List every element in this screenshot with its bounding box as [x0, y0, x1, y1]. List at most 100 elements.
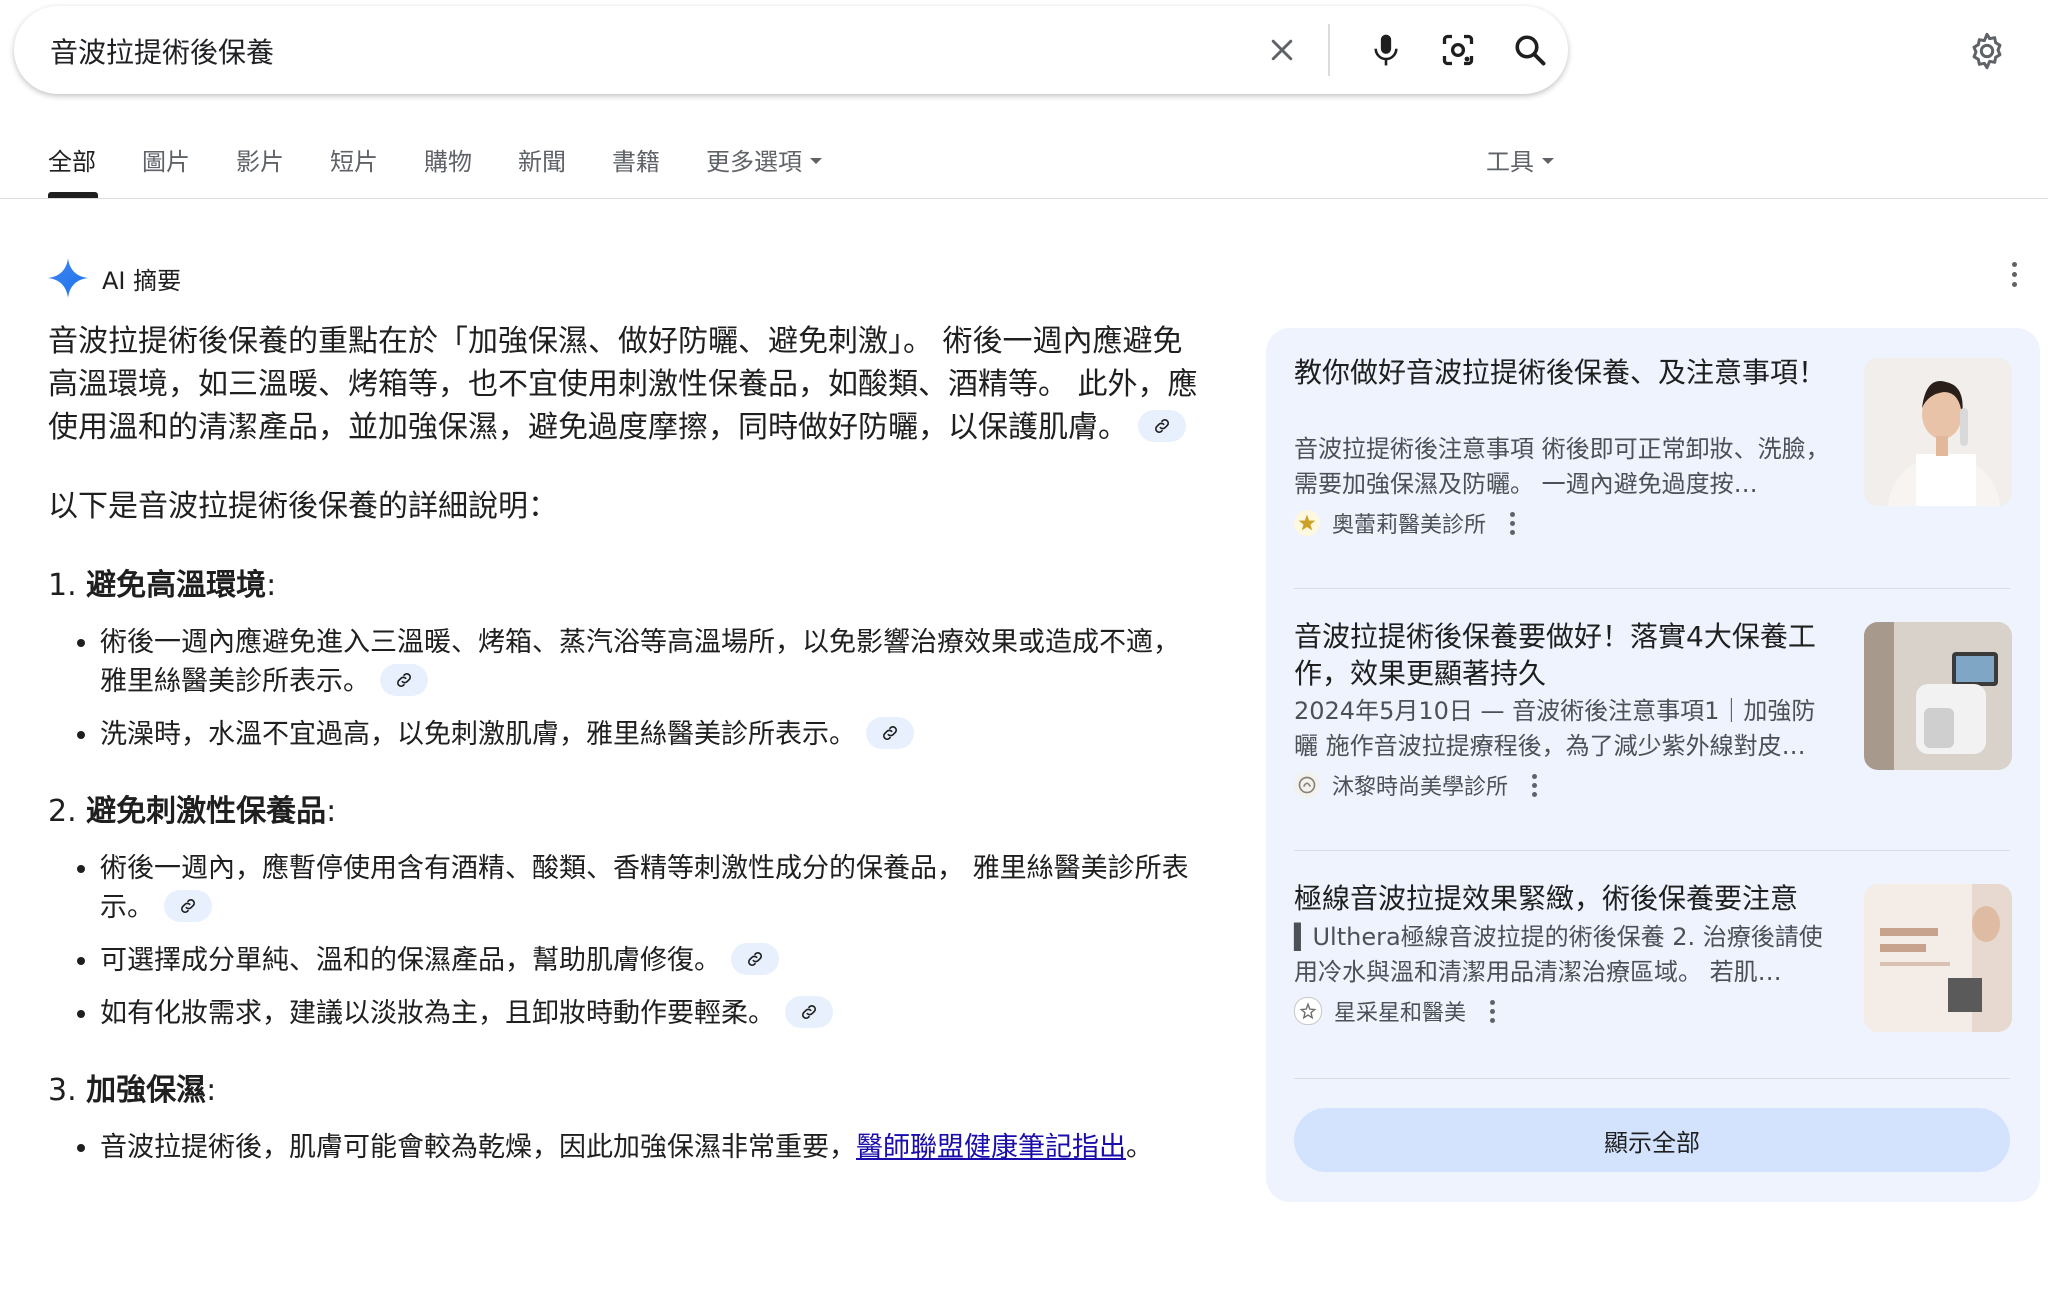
divider — [1294, 850, 2010, 851]
source-attribution: 沐黎時尚美學診所 — [1294, 770, 1538, 800]
tab-shorts[interactable]: 短片 — [330, 142, 378, 177]
caret-down-icon — [1542, 158, 1554, 164]
show-all-button[interactable]: 顯示全部 — [1294, 1108, 2010, 1172]
more-options-icon[interactable] — [1510, 511, 1516, 535]
source-link-chip[interactable] — [1138, 409, 1186, 442]
section-heading-2: 2. 避免刺激性保養品: — [48, 790, 1198, 833]
tab-news[interactable]: 新聞 — [518, 142, 566, 177]
clinic-logo-icon — [1294, 997, 1322, 1025]
section-heading-1: 1. 避免高溫環境: — [48, 564, 1198, 607]
source-attribution: 奧蕾莉醫美診所 — [1294, 508, 1516, 538]
list-item: 洗澡時，水溫不宜過高，以免刺激肌膚，雅里絲醫美診所表示。 — [100, 715, 1198, 754]
sources-panel: 教你做好音波拉提術後保養、及注意事項！ 音波拉提術後注意事項 術後即可正常卸妝、… — [1266, 328, 2040, 1202]
list-item-text: 可選擇成分單純、溫和的保濕產品，幫助肌膚修復。 — [100, 945, 721, 976]
section-heading-3: 3. 加強保濕: — [48, 1069, 1198, 1112]
list-item: 如有化妝需求，建議以淡妝為主，且卸妝時動作要輕柔。 — [100, 994, 1198, 1033]
section-title: 避免高溫環境 — [86, 568, 267, 603]
search-tabs: 全部 圖片 影片 短片 購物 新聞 書籍 更多選項 工具 — [0, 138, 2048, 199]
source-attribution: 星采星和醫美 — [1294, 996, 1496, 1026]
source-card-1[interactable]: 教你做好音波拉提術後保養、及注意事項！ 音波拉提術後注意事項 術後即可正常卸妝、… — [1294, 354, 2012, 554]
section-list-2: 術後一週內，應暫停使用含有酒精、酸類、香精等刺激性成分的保養品， 雅里絲醫美診所… — [48, 849, 1198, 1033]
tab-videos[interactable]: 影片 — [236, 142, 284, 177]
list-item: 術後一週內，應暫停使用含有酒精、酸類、香精等刺激性成分的保養品， 雅里絲醫美診所… — [100, 849, 1198, 927]
source-name: 沐黎時尚美學診所 — [1332, 775, 1509, 800]
source-snippet: 音波拉提術後注意事項 術後即可正常卸妝、洗臉，需要加強保濕及防曬。 一週內避免過… — [1294, 435, 1830, 498]
link-icon — [883, 725, 897, 740]
ai-overview-header: AI 摘要 — [48, 256, 181, 300]
section-title: 避免刺激性保養品 — [86, 794, 327, 829]
tools-label: 工具 — [1486, 148, 1534, 176]
source-inline-link[interactable]: 醫師聯盟健康筆記指出 — [856, 1132, 1126, 1163]
section-num: 3. — [48, 1073, 77, 1108]
tab-books[interactable]: 書籍 — [612, 142, 660, 177]
source-thumbnail — [1864, 884, 2012, 1032]
section-num: 1. — [48, 568, 77, 603]
list-item-text: 術後一週內應避免進入三溫暖、烤箱、蒸汽浴等高溫場所，以免影響治療效果或造成不適，… — [100, 627, 1180, 697]
list-item-tail: 。 — [1126, 1132, 1153, 1163]
active-tab-indicator — [48, 192, 98, 198]
source-snippet: ▍Ulthera極線音波拉提的術後保養 2. 治療後請使用冷水與溫和清潔用品清潔… — [1294, 923, 1823, 986]
source-title[interactable]: 極線音波拉提效果緊緻，術後保養要注意 — [1294, 880, 1834, 917]
tab-shopping[interactable]: 購物 — [424, 142, 472, 177]
link-icon — [397, 672, 411, 687]
link-icon — [1155, 418, 1169, 433]
list-item-text: 音波拉提術後，肌膚可能會較為乾燥，因此加強保濕非常重要， — [100, 1132, 856, 1163]
tab-more[interactable]: 更多選項 — [706, 142, 822, 177]
list-item-text: 如有化妝需求，建議以淡妝為主，且卸妝時動作要輕柔。 — [100, 998, 775, 1029]
source-link-chip[interactable] — [164, 889, 212, 922]
section-colon: : — [326, 794, 337, 829]
ai-overview-body: 音波拉提術後保養的重點在於「加強保濕、做好防曬、避免刺激」。 術後一週內應避免高… — [48, 320, 1198, 1181]
source-title[interactable]: 教你做好音波拉提術後保養、及注意事項！ — [1294, 354, 1834, 391]
section-colon: : — [206, 1073, 217, 1108]
tab-all[interactable]: 全部 — [48, 142, 96, 177]
gear-icon[interactable] — [1962, 26, 2012, 76]
detail-intro: 以下是音波拉提術後保養的詳細說明： — [48, 489, 558, 524]
ai-summary: 音波拉提術後保養的重點在於「加強保濕、做好防曬、避免刺激」。 術後一週內應避免高… — [48, 320, 1198, 449]
section-title: 加強保濕 — [86, 1073, 207, 1108]
camera-lens-icon[interactable] — [1436, 28, 1480, 72]
star-logo-icon — [1294, 510, 1320, 536]
list-item: 術後一週內應避免進入三溫暖、烤箱、蒸汽浴等高溫場所，以免影響治療效果或造成不適，… — [100, 623, 1198, 701]
source-link-chip[interactable] — [785, 995, 833, 1028]
search-input[interactable]: 音波拉提術後保養 — [50, 31, 274, 71]
source-title[interactable]: 音波拉提術後保養要做好！落實4大保養工作，效果更顯著持久 — [1294, 618, 1834, 692]
more-options-icon[interactable] — [1490, 999, 1496, 1023]
section-list-1: 術後一週內應避免進入三溫暖、烤箱、蒸汽浴等高溫場所，以免影響治療效果或造成不適，… — [48, 623, 1198, 754]
clinic-logo-icon — [1294, 772, 1320, 798]
list-item-text: 術後一週內，應暫停使用含有酒精、酸類、香精等刺激性成分的保養品， 雅里絲醫美診所… — [100, 853, 1189, 923]
source-name: 奧蕾莉醫美診所 — [1332, 513, 1487, 538]
link-icon — [748, 951, 762, 966]
tab-images[interactable]: 圖片 — [142, 142, 190, 177]
divider — [1294, 588, 2010, 589]
source-card-3[interactable]: 極線音波拉提效果緊緻，術後保養要注意 ▍Ulthera極線音波拉提的術後保養 2… — [1294, 880, 2012, 1080]
ai-summary-text: 音波拉提術後保養的重點在於「加強保濕、做好防曬、避免刺激」。 術後一週內應避免高… — [48, 324, 1198, 445]
source-thumbnail — [1864, 622, 2012, 770]
search-icon[interactable] — [1508, 28, 1552, 72]
source-link-chip[interactable] — [380, 663, 428, 696]
link-icon — [802, 1004, 816, 1019]
source-name: 星采星和醫美 — [1334, 1001, 1467, 1026]
list-item: 音波拉提術後，肌膚可能會較為乾燥，因此加強保濕非常重要，醫師聯盟健康筆記指出。 — [100, 1128, 1198, 1167]
section-colon: : — [266, 568, 277, 603]
search-divider — [1328, 24, 1330, 76]
source-link-chip[interactable] — [731, 942, 779, 975]
link-icon — [181, 898, 195, 913]
tab-more-label: 更多選項 — [706, 148, 802, 176]
list-item: 可選擇成分單純、溫和的保濕產品，幫助肌膚修復。 — [100, 941, 1198, 980]
tools-button[interactable]: 工具 — [1486, 142, 1554, 177]
mic-icon[interactable] — [1364, 28, 1408, 72]
caret-down-icon — [810, 158, 822, 164]
section-list-3: 音波拉提術後，肌膚可能會較為乾燥，因此加強保濕非常重要，醫師聯盟健康筆記指出。 — [48, 1128, 1198, 1167]
source-link-chip[interactable] — [866, 716, 914, 749]
source-snippet: 2024年5月10日 — 音波術後注意事項1｜加強防曬 施作音波拉提療程後，為了… — [1294, 697, 1816, 760]
source-card-2[interactable]: 音波拉提術後保養要做好！落實4大保養工作，效果更顯著持久 2024年5月10日 … — [1294, 618, 2012, 818]
search-bar[interactable]: 音波拉提術後保養 — [14, 6, 1568, 94]
ai-overview-title: AI 摘要 — [102, 266, 182, 295]
list-item-text: 洗澡時，水溫不宜過高，以免刺激肌膚，雅里絲醫美診所表示。 — [100, 719, 856, 750]
source-thumbnail — [1864, 358, 2012, 506]
divider — [1294, 1078, 2010, 1079]
close-icon[interactable] — [1260, 28, 1304, 72]
more-options-icon[interactable] — [2012, 262, 2017, 287]
more-options-icon[interactable] — [1532, 773, 1538, 797]
sparkle-icon — [48, 258, 88, 298]
